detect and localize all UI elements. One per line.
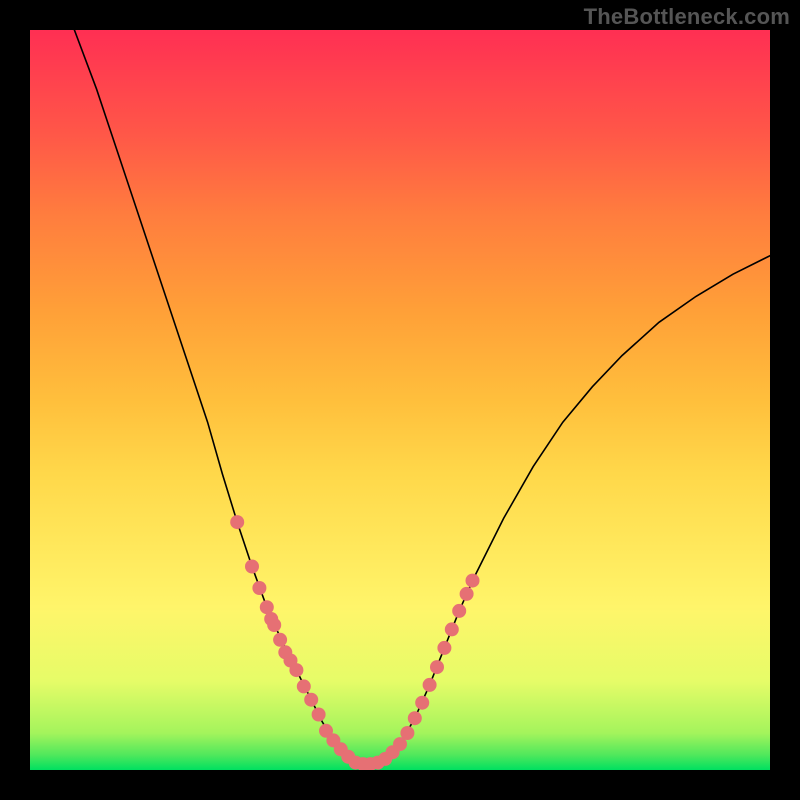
data-dot bbox=[460, 587, 474, 601]
data-dot bbox=[273, 633, 287, 647]
data-dot bbox=[400, 726, 414, 740]
data-dot bbox=[304, 693, 318, 707]
data-dot bbox=[289, 663, 303, 677]
data-dot bbox=[230, 515, 244, 529]
dot-series bbox=[230, 515, 479, 770]
chart-frame: TheBottleneck.com bbox=[0, 0, 800, 800]
bottleneck-curve bbox=[74, 30, 770, 764]
data-dot bbox=[267, 618, 281, 632]
plot-svg bbox=[30, 30, 770, 770]
data-dot bbox=[430, 660, 444, 674]
plot-area bbox=[30, 30, 770, 770]
data-dot bbox=[245, 560, 259, 574]
data-dot bbox=[252, 581, 266, 595]
data-dot bbox=[452, 604, 466, 618]
data-dot bbox=[437, 641, 451, 655]
watermark-label: TheBottleneck.com bbox=[584, 4, 790, 30]
data-dot bbox=[415, 696, 429, 710]
data-dot bbox=[408, 711, 422, 725]
data-dot bbox=[312, 708, 326, 722]
data-dot bbox=[297, 679, 311, 693]
data-dot bbox=[423, 678, 437, 692]
data-dot bbox=[466, 574, 480, 588]
data-dot bbox=[445, 622, 459, 636]
